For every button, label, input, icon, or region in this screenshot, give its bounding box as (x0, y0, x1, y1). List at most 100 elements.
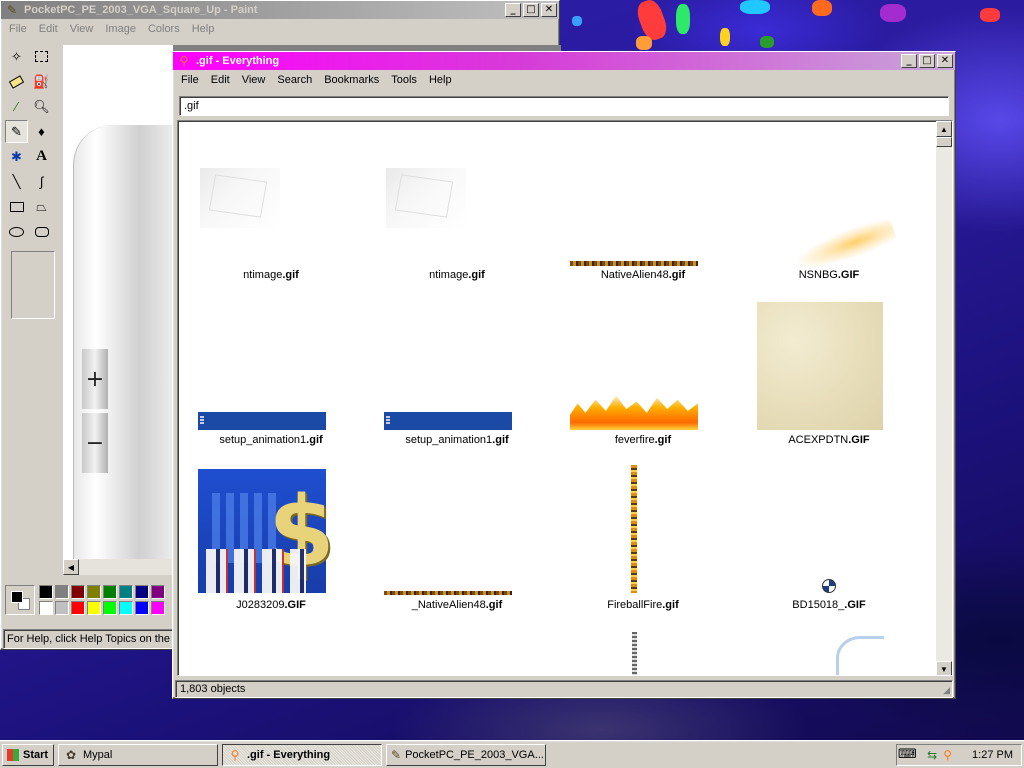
result-item[interactable] (736, 616, 922, 675)
menu-tools[interactable]: Tools (385, 74, 423, 86)
paint-canvas[interactable]: + − (63, 45, 183, 565)
close-button[interactable]: ✕ (937, 54, 953, 68)
rect-select-tool[interactable] (30, 45, 53, 68)
menu-search[interactable]: Search (271, 74, 318, 86)
menu-bookmarks[interactable]: Bookmarks (318, 74, 385, 86)
maximize-button[interactable]: □ (919, 54, 935, 68)
ellipse-tool[interactable] (5, 220, 28, 243)
palette-swatch[interactable] (87, 585, 101, 599)
windows-logo-icon (7, 749, 19, 761)
filename-base: feverfire (614, 434, 655, 446)
everything-window[interactable]: ⚲ .gif - Everything _ □ ✕ File Edit View… (172, 51, 956, 699)
resize-grip-icon[interactable]: ◢ (943, 685, 950, 696)
maximize-button[interactable]: □ (523, 3, 539, 17)
taskbar-button-paint[interactable]: ✎ PocketPC_PE_2003_VGA... (386, 744, 546, 766)
business-people-graphic (206, 549, 306, 593)
palette-swatch[interactable] (103, 601, 117, 615)
results-thumbnail-view[interactable]: ntimage.gif ntimage.gif NativeAlien48.gi… (177, 120, 953, 676)
palette-swatch[interactable] (151, 585, 165, 599)
search-input[interactable]: .gif (179, 96, 949, 116)
palette-swatch[interactable] (87, 601, 101, 615)
taskbar-button-everything[interactable]: ⚲ .gif - Everything (222, 744, 382, 766)
scroll-left-icon[interactable]: ◀ (63, 559, 79, 575)
close-button[interactable]: ✕ (541, 3, 557, 17)
result-item[interactable]: ACEXPDTN.GIF (736, 286, 922, 446)
scroll-up-icon[interactable]: ▲ (936, 121, 952, 137)
taskbar: Start ✿ Mypal ⚲ .gif - Everything ✎ Pock… (0, 740, 1024, 768)
paint-app-icon: ✎ (391, 748, 402, 762)
polygon-tool[interactable]: ⏢ (30, 195, 53, 218)
palette-swatch[interactable] (55, 601, 69, 615)
menu-help[interactable]: Help (423, 74, 458, 86)
palette-swatch[interactable] (103, 585, 117, 599)
menu-colors[interactable]: Colors (142, 23, 186, 35)
menu-help[interactable]: Help (186, 23, 221, 35)
rectangle-tool[interactable] (5, 195, 28, 218)
result-filename: NSNBG.GIF (736, 269, 922, 281)
palette-swatch[interactable] (39, 585, 53, 599)
zoom-out-symbol: − (85, 430, 105, 456)
text-tool[interactable]: A (30, 145, 53, 168)
everything-titlebar[interactable]: ⚲ .gif - Everything _ □ ✕ (173, 52, 955, 70)
taskbar-button-mypal[interactable]: ✿ Mypal (58, 744, 218, 766)
palette-swatch[interactable] (135, 585, 149, 599)
palette-swatch[interactable] (151, 601, 165, 615)
result-item[interactable]: feverfire.gif (550, 286, 736, 446)
rounded-rect-tool[interactable] (30, 220, 53, 243)
result-item[interactable] (550, 616, 736, 675)
menu-view[interactable]: View (236, 74, 272, 86)
result-filename: ACEXPDTN.GIF (736, 434, 922, 446)
palette-swatch[interactable] (119, 601, 133, 615)
thumbnail-image (384, 412, 512, 430)
network-icon[interactable]: ⇆ (927, 748, 937, 762)
result-item[interactable]: ntimage.gif (364, 121, 550, 281)
rectangle-icon (9, 201, 24, 212)
minimize-button[interactable]: _ (901, 54, 917, 68)
magnifier-icon[interactable]: ⚲ (943, 748, 952, 762)
result-item[interactable]: setup_animation1.gif (364, 286, 550, 446)
menu-edit[interactable]: Edit (33, 23, 64, 35)
result-item[interactable]: _NativeAlien48.gif (364, 451, 550, 611)
result-item[interactable]: $ J0283209.GIF (178, 451, 364, 611)
pencil-tool[interactable]: ✎ (5, 120, 28, 143)
magnifier-icon: ⚲ (230, 748, 240, 762)
menu-edit[interactable]: Edit (205, 74, 236, 86)
airbrush-tool[interactable]: ✱ (5, 145, 28, 168)
palette-swatch[interactable] (55, 585, 69, 599)
results-vertical-scrollbar[interactable]: ▲ ▼ (936, 121, 952, 675)
start-button[interactable]: Start (2, 744, 54, 766)
menu-view[interactable]: View (64, 23, 100, 35)
curve-tool[interactable]: ∫ (30, 170, 53, 193)
palette-swatch[interactable] (71, 585, 85, 599)
line-tool[interactable]: ╲ (5, 170, 28, 193)
menu-file[interactable]: File (3, 23, 33, 35)
result-item[interactable]: BD15018_.GIF (736, 451, 922, 611)
eraser-tool[interactable] (5, 70, 28, 93)
paint-horizontal-scrollbar[interactable]: ◀ (63, 559, 175, 575)
result-item[interactable]: NativeAlien48.gif (550, 121, 736, 281)
palette-swatch[interactable] (119, 585, 133, 599)
palette-swatch[interactable] (71, 601, 85, 615)
brush-tool[interactable]: ♦ (30, 120, 53, 143)
result-item[interactable]: NSNBG.GIF (736, 121, 922, 282)
tool-options-box[interactable] (11, 251, 55, 319)
scroll-down-icon[interactable]: ▼ (936, 661, 952, 675)
scrollbar-thumb[interactable] (936, 137, 952, 147)
paint-titlebar[interactable]: ✎ PocketPC_PE_2003_VGA_Square_Up - Paint… (1, 1, 559, 19)
result-item[interactable]: FireballFire.gif (550, 451, 736, 611)
clock[interactable]: 1:27 PM (972, 749, 1013, 761)
result-item[interactable]: ntimage.gif (178, 121, 364, 281)
menu-file[interactable]: File (175, 74, 205, 86)
fill-tool[interactable]: ⛽ (30, 70, 53, 93)
palette-swatch[interactable] (135, 601, 149, 615)
palette-swatch[interactable] (39, 601, 53, 615)
menu-image[interactable]: Image (99, 23, 142, 35)
magnifier-tool[interactable]: 🔍︎ (30, 95, 53, 118)
free-select-tool[interactable]: ✧ (5, 45, 28, 68)
current-colors[interactable] (5, 585, 35, 615)
result-item[interactable]: setup_animation1.gif (178, 286, 364, 446)
pick-color-tool[interactable]: ⁄ (5, 95, 28, 118)
wallpaper-splash (812, 0, 832, 16)
wallpaper-splash (636, 36, 652, 50)
minimize-button[interactable]: _ (505, 3, 521, 17)
